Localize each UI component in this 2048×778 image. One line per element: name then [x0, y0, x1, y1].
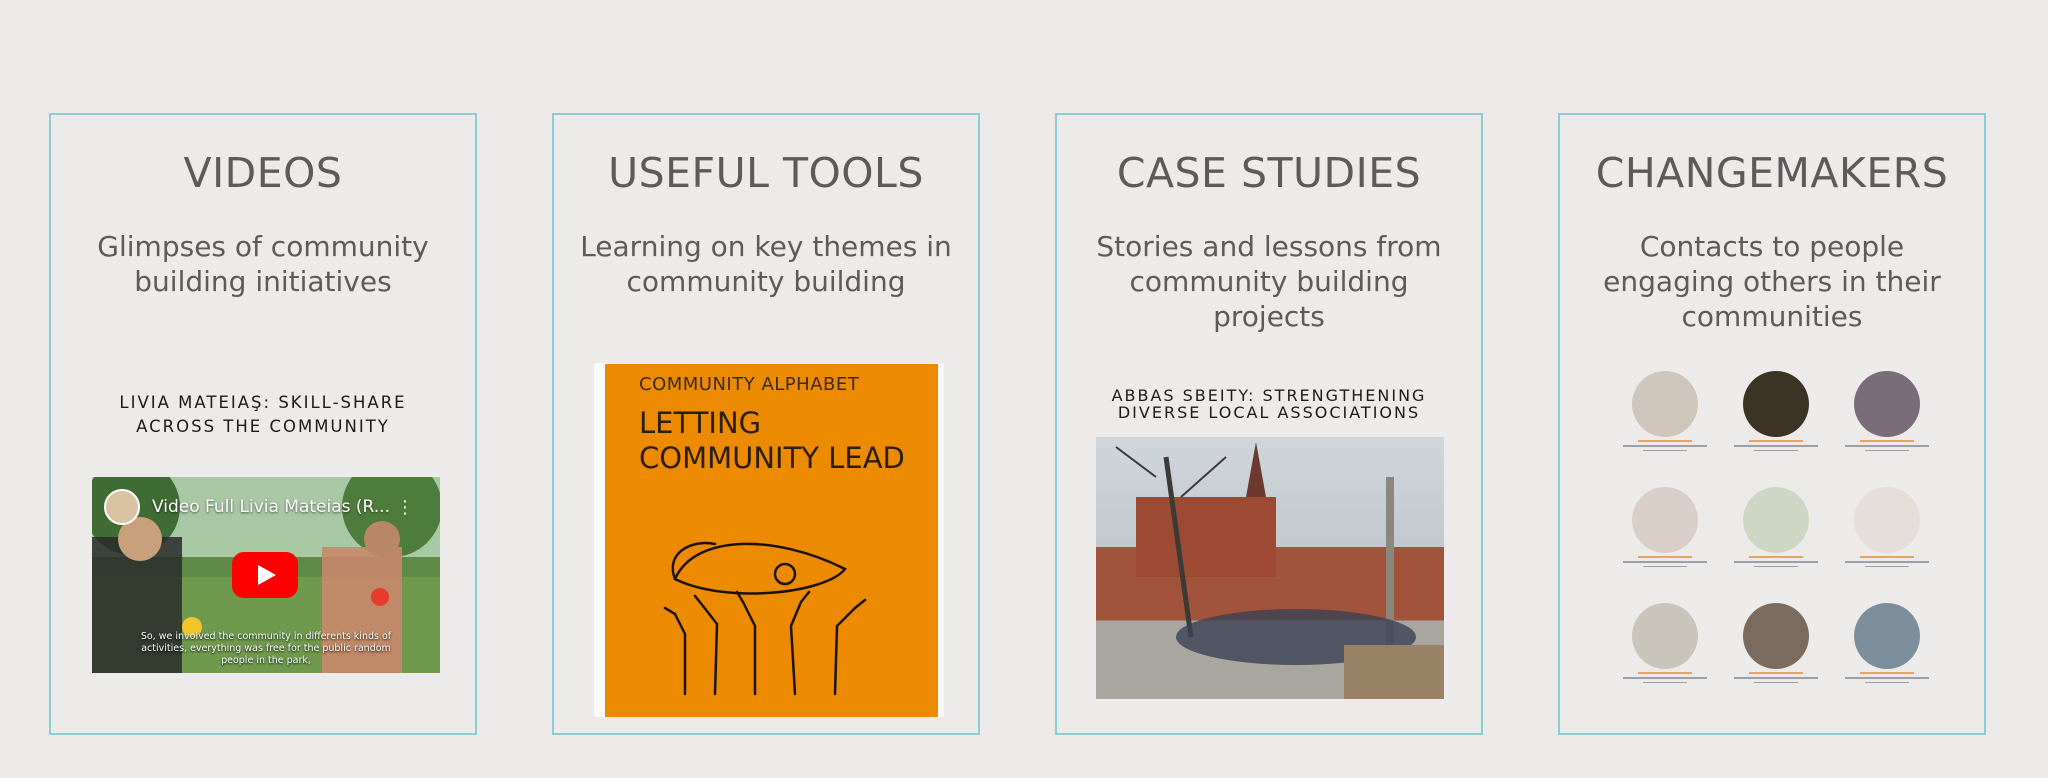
avatar [1743, 371, 1809, 437]
video-caption: LIVIA MATEIAŞ: SKILL-SHARE ACROSS THE CO… [119, 393, 407, 436]
case-study-photo[interactable] [1096, 437, 1444, 699]
video-subtitle-text: So, we involved the community in differe… [140, 631, 392, 666]
video-thumbnail[interactable]: Video Full Livia Mateias (R... ⋮ So, we … [92, 477, 440, 673]
card-subtitle: Learning on key themes in community buil… [580, 230, 952, 298]
avatar [1743, 603, 1809, 669]
church-square-image [1115, 442, 1444, 699]
avatar [1632, 603, 1698, 669]
video-player-title[interactable]: Video Full Livia Mateias (R... [152, 497, 390, 517]
book-cover[interactable]: COMMUNITY ALPHABET LETTING COMMUNITY LEA… [605, 364, 938, 717]
videos-card[interactable]: VIDEOS Glimpses of community building in… [49, 113, 477, 735]
card-title: USEFUL TOOLS [608, 149, 924, 197]
card-title: CHANGEMAKERS [1595, 149, 1949, 197]
avatar [1854, 371, 1920, 437]
avatar [1743, 487, 1809, 553]
case-caption: ABBAS SBEITY: STRENGTHENING DIVERSE LOCA… [1111, 386, 1427, 422]
card-subtitle: Stories and lessons from community build… [1096, 230, 1442, 333]
changemaker-profile[interactable] [1615, 371, 1715, 451]
changemaker-profile[interactable] [1615, 487, 1715, 567]
card-subtitle: Contacts to people engaging others in th… [1603, 230, 1941, 333]
changemaker-profile[interactable] [1726, 603, 1826, 683]
changemaker-profile[interactable] [1726, 487, 1826, 567]
avatar [1632, 371, 1698, 437]
changemaker-profile[interactable] [1615, 603, 1715, 683]
avatar [1854, 487, 1920, 553]
useful-tools-card[interactable]: USEFUL TOOLS Learning on key themes in c… [552, 113, 980, 735]
vertical-dots-icon[interactable]: ⋮ [396, 497, 414, 518]
case-studies-card[interactable]: CASE STUDIES Stories and lessons from co… [1055, 113, 1483, 735]
changemaker-profile[interactable] [1837, 603, 1937, 683]
avatar [1854, 603, 1920, 669]
hands-rocket-icon [663, 541, 867, 696]
changemaker-profile[interactable] [1837, 371, 1937, 451]
avatar [1632, 487, 1698, 553]
card-title: CASE STUDIES [1116, 149, 1422, 197]
card-title: VIDEOS [183, 149, 343, 197]
changemakers-card[interactable]: CHANGEMAKERS Contacts to people engaging… [1558, 113, 1986, 735]
changemaker-profile[interactable] [1726, 371, 1826, 451]
card-subtitle: Glimpses of community building initiativ… [97, 230, 429, 298]
youtube-play-icon[interactable] [232, 552, 298, 598]
channel-avatar[interactable] [104, 489, 140, 525]
changemaker-profile[interactable] [1837, 487, 1937, 567]
